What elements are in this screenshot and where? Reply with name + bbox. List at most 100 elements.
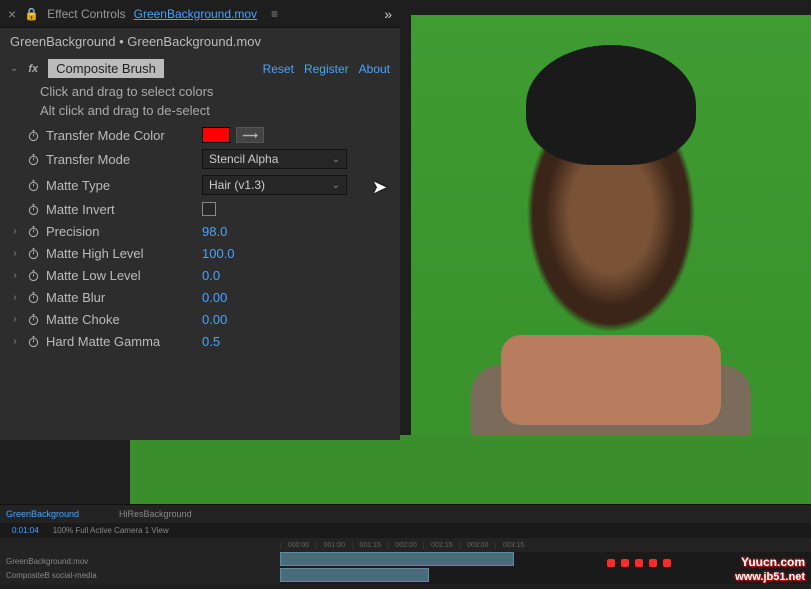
timeline-clip[interactable] [280, 552, 514, 566]
subject-hat [526, 45, 696, 165]
panel-menu-icon[interactable]: ≡ [271, 7, 278, 21]
preview-subject [471, 45, 751, 465]
effect-header: ⌄ fx Composite Brush Reset Register Abou… [0, 55, 400, 82]
track-header-row[interactable]: GreenBackground.mov [6, 554, 274, 568]
expand-caret-icon[interactable]: › [10, 314, 20, 325]
prop-hard-gamma: › Hard Matte Gamma 0.5 [0, 330, 400, 352]
property-list: Transfer Mode Color Transfer Mode Stenci… [0, 120, 400, 356]
select-value: Stencil Alpha [209, 152, 278, 166]
preview-viewport [411, 15, 811, 505]
prop-label: Matte High Level [46, 246, 196, 261]
preview-strip [130, 435, 811, 505]
watermark-top: Yuucn.com [741, 555, 805, 569]
eyedropper-icon[interactable] [236, 127, 264, 143]
ruler-tick: 002:15 [423, 542, 459, 549]
prop-transfer-color: Transfer Mode Color [0, 124, 400, 146]
stopwatch-icon[interactable] [26, 246, 40, 260]
prop-label: Matte Low Level [46, 268, 196, 283]
timecode[interactable]: 0:01:04 [6, 526, 45, 535]
ruler-tick: 001:00 [316, 542, 352, 549]
track-lane-area[interactable] [280, 552, 811, 584]
timeline-tracks: GreenBackground.mov CompositeB social-me… [0, 552, 811, 584]
watermark-dot-icon [649, 559, 657, 567]
timeline-tabs: GreenBackground HiResBackground [0, 505, 811, 523]
timeline-tab-active[interactable]: GreenBackground [6, 509, 79, 519]
timeline-controls: 0:01:04 100% Full Active Camera 1 View [0, 523, 811, 538]
stopwatch-icon[interactable] [26, 268, 40, 282]
chevron-down-icon: ⌄ [332, 154, 340, 165]
watermark-dot-icon [635, 559, 643, 567]
expand-caret-icon[interactable]: › [10, 336, 20, 347]
stopwatch-icon[interactable] [26, 178, 40, 192]
ruler-tick: 002:00 [388, 542, 424, 549]
panel-active-file[interactable]: GreenBackground.mov [134, 7, 257, 21]
prop-label: Precision [46, 224, 196, 239]
about-link[interactable]: About [359, 62, 390, 76]
expand-caret-icon[interactable]: › [10, 226, 20, 237]
register-link[interactable]: Register [304, 62, 349, 76]
expand-caret-icon[interactable]: › [10, 292, 20, 303]
effect-collapse-icon[interactable]: ⌄ [10, 63, 18, 74]
timeline-clip[interactable] [280, 568, 429, 582]
prop-label: Matte Blur [46, 290, 196, 305]
timeline-tab[interactable]: HiResBackground [119, 509, 192, 519]
watermark-dot-icon [621, 559, 629, 567]
panel-title-prefix: Effect Controls [47, 7, 125, 21]
lock-icon[interactable]: 🔒 [24, 7, 39, 21]
stopwatch-icon[interactable] [26, 334, 40, 348]
prop-label: Matte Type [46, 178, 196, 193]
matte-blur-value[interactable]: 0.00 [202, 290, 227, 305]
panel-more-icon[interactable]: » [384, 6, 392, 22]
hard-gamma-value[interactable]: 0.5 [202, 334, 220, 349]
prop-label: Matte Choke [46, 312, 196, 327]
expand-caret-icon[interactable]: › [10, 248, 20, 259]
timeline-panel: GreenBackground HiResBackground 0:01:04 … [0, 504, 811, 589]
matte-type-select[interactable]: Hair (v1.3) ⌄ [202, 175, 347, 195]
stopwatch-icon[interactable] [26, 202, 40, 216]
watermark-bottom: www.jb51.net [735, 571, 805, 583]
fx-badge-icon[interactable]: fx [24, 62, 42, 76]
prop-matte-low: › Matte Low Level 0.0 [0, 264, 400, 286]
prop-label: Matte Invert [46, 202, 196, 217]
matte-choke-value[interactable]: 0.00 [202, 312, 227, 327]
timeline-ruler[interactable]: 000:00 001:00 001:15 002:00 002:15 003:0… [0, 538, 811, 552]
watermark-dot-icon [607, 559, 615, 567]
matte-invert-checkbox[interactable] [202, 202, 216, 216]
chevron-down-icon: ⌄ [332, 180, 340, 191]
prop-matte-invert: Matte Invert [0, 198, 400, 220]
reset-link[interactable]: Reset [263, 62, 294, 76]
select-value: Hair (v1.3) [209, 178, 265, 192]
stopwatch-icon[interactable] [26, 224, 40, 238]
expand-caret-icon[interactable]: › [10, 270, 20, 281]
effect-name[interactable]: Composite Brush [48, 59, 164, 78]
track-header-row[interactable]: CompositeB social-media [6, 568, 274, 582]
stopwatch-icon[interactable] [26, 128, 40, 142]
effect-controls-panel: × 🔒 Effect Controls GreenBackground.mov … [0, 0, 400, 440]
stopwatch-icon[interactable] [26, 312, 40, 326]
close-icon[interactable]: × [8, 6, 16, 22]
prop-transfer-mode: Transfer Mode Stencil Alpha ⌄ [0, 146, 400, 172]
panel-tab-bar: × 🔒 Effect Controls GreenBackground.mov … [0, 0, 400, 28]
prop-label: Transfer Mode Color [46, 128, 196, 143]
prop-precision: › Precision 98.0 [0, 220, 400, 242]
transfer-mode-select[interactable]: Stencil Alpha ⌄ [202, 149, 347, 169]
timeline-controls-text: 100% Full Active Camera 1 View [53, 526, 169, 535]
stopwatch-icon[interactable] [26, 152, 40, 166]
track-headers: GreenBackground.mov CompositeB social-me… [0, 552, 280, 584]
ruler-tick: 003:00 [459, 542, 495, 549]
matte-low-value[interactable]: 0.0 [202, 268, 220, 283]
stopwatch-icon[interactable] [26, 290, 40, 304]
subject-scarf [501, 335, 721, 425]
prop-matte-blur: › Matte Blur 0.00 [0, 286, 400, 308]
color-swatch[interactable] [202, 127, 230, 143]
watermark-dot-icon [663, 559, 671, 567]
breadcrumb: GreenBackground • GreenBackground.mov [0, 28, 400, 55]
ruler-tick: 003:15 [495, 542, 531, 549]
precision-value[interactable]: 98.0 [202, 224, 227, 239]
matte-high-value[interactable]: 100.0 [202, 246, 235, 261]
prop-matte-type: Matte Type Hair (v1.3) ⌄ [0, 172, 400, 198]
ruler-tick: 000:00 [280, 542, 316, 549]
hint-select: Click and drag to select colors [0, 82, 400, 101]
prop-label: Transfer Mode [46, 152, 196, 167]
hint-deselect: Alt click and drag to de-select [0, 101, 400, 120]
